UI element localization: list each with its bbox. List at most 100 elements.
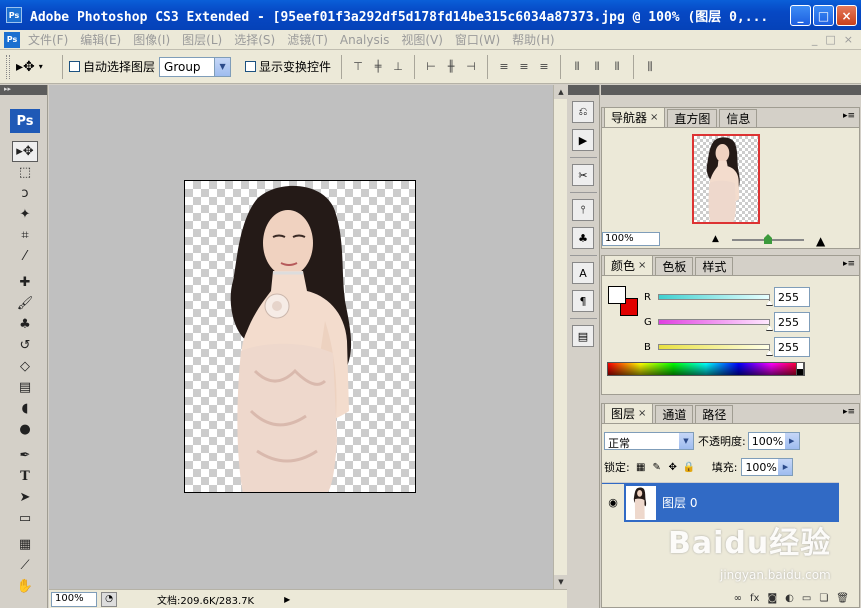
blur-tool-icon[interactable]: ◖	[12, 398, 38, 419]
tab-swatches[interactable]: 色板	[655, 257, 694, 275]
tool-presets-panel-icon[interactable]: ✂	[572, 164, 594, 186]
tab-channels[interactable]: 通道	[655, 405, 694, 423]
tool-preset-picker[interactable]: ▸✥ ▾	[16, 55, 56, 79]
canvas-workspace[interactable]	[49, 85, 553, 589]
distribute-top-icon[interactable]: ≡	[495, 59, 513, 75]
layer-style-icon[interactable]: fx	[750, 593, 759, 604]
panel-column-header[interactable]	[601, 85, 861, 95]
show-transform-checkbox[interactable]	[245, 61, 257, 72]
black-white-ramp[interactable]	[796, 362, 804, 376]
status-info-icon[interactable]: ◔	[101, 591, 117, 607]
healing-brush-tool-icon[interactable]: ✚	[12, 272, 38, 293]
navigator-preview[interactable]	[692, 134, 760, 224]
panel-menu-icon[interactable]: ▸≡	[843, 259, 855, 269]
character-panel-icon[interactable]: A	[572, 262, 594, 284]
clone-source-panel-icon[interactable]: ♣	[572, 227, 594, 249]
eye-icon[interactable]: ◉	[602, 483, 624, 522]
tab-info[interactable]: 信息	[719, 109, 758, 127]
menu-help[interactable]: 帮助(H)	[512, 31, 554, 48]
color-spectrum-bar[interactable]	[607, 362, 805, 376]
panel-menu-icon[interactable]: ▸≡	[843, 407, 855, 417]
doc-restore-button[interactable]: □	[825, 33, 835, 46]
document-canvas[interactable]	[184, 180, 416, 493]
opacity-field[interactable]: 100% ▶	[747, 432, 800, 450]
link-layers-icon[interactable]: ∞	[734, 593, 742, 604]
status-menu-arrow-icon[interactable]: ▶	[284, 595, 290, 604]
menu-layer[interactable]: 图层(L)	[182, 31, 222, 48]
menu-app-icon[interactable]: Ps	[4, 31, 20, 48]
close-button[interactable]: ×	[836, 5, 857, 26]
align-hcenter-icon[interactable]: ╫	[442, 59, 460, 75]
adjustment-layer-icon[interactable]: ◐	[785, 593, 794, 604]
notes-tool-icon[interactable]: ▦	[12, 534, 38, 555]
doc-minimize-button[interactable]: _	[812, 33, 818, 46]
eyedropper-tool-icon[interactable]: ⟋	[12, 555, 38, 576]
red-slider[interactable]	[658, 294, 773, 306]
pen-tool-icon[interactable]: ✒	[12, 445, 38, 466]
zoom-level-field[interactable]: 100%	[51, 591, 97, 607]
align-bottom-icon[interactable]: ⊥	[389, 59, 407, 75]
close-icon[interactable]: ×	[638, 408, 646, 419]
menu-image[interactable]: 图像(I)	[133, 31, 170, 48]
distribute-right-icon[interactable]: ⫴	[608, 59, 626, 75]
navigator-slider-handle[interactable]	[764, 234, 772, 244]
navigator-zoom-field[interactable]: 100%	[602, 232, 660, 246]
tab-styles[interactable]: 样式	[695, 257, 734, 275]
options-grip[interactable]	[6, 54, 10, 79]
foreground-color-swatch[interactable]	[608, 286, 626, 304]
minimize-button[interactable]: _	[790, 5, 811, 26]
red-value-field[interactable]: 255	[774, 287, 810, 307]
lasso-tool-icon[interactable]: ↄ	[12, 183, 38, 204]
layer-mask-icon[interactable]: ◙	[767, 593, 777, 604]
lock-transparency-icon[interactable]: ▦	[634, 460, 648, 474]
blend-mode-dropdown[interactable]: 正常 ▼	[604, 432, 694, 450]
path-selection-tool-icon[interactable]: ➤	[12, 487, 38, 508]
zoom-in-icon[interactable]: ▲	[816, 234, 825, 248]
clone-stamp-tool-icon[interactable]: ♣	[12, 314, 38, 335]
paragraph-panel-icon[interactable]: ¶	[572, 290, 594, 312]
brushes-panel-icon[interactable]: ⫯	[572, 199, 594, 221]
blue-slider[interactable]	[658, 344, 773, 356]
layer-name[interactable]: 图层 0	[662, 494, 697, 511]
menu-edit[interactable]: 编辑(E)	[80, 31, 121, 48]
tab-layers[interactable]: 图层 ×	[604, 403, 654, 423]
menu-window[interactable]: 窗口(W)	[455, 31, 500, 48]
lock-all-icon[interactable]: 🔒	[682, 460, 696, 474]
auto-select-checkbox[interactable]	[69, 61, 80, 72]
distribute-vcenter-icon[interactable]: ≡	[515, 59, 533, 75]
slider-handle[interactable]	[766, 325, 773, 331]
move-tool-icon[interactable]: ▸✥	[12, 141, 38, 162]
chevron-right-icon[interactable]: ▶	[778, 459, 793, 475]
crop-tool-icon[interactable]: ⌗	[12, 225, 38, 246]
panel-menu-icon[interactable]: ▸≡	[843, 111, 855, 121]
hand-tool-icon[interactable]: ✋	[12, 576, 38, 597]
distribute-bottom-icon[interactable]: ≡	[535, 59, 553, 75]
dock-header[interactable]	[568, 85, 599, 95]
close-icon[interactable]: ×	[638, 260, 646, 271]
toolbox-header[interactable]: ▸▸	[0, 85, 47, 95]
blue-value-field[interactable]: 255	[774, 337, 810, 357]
tab-histogram[interactable]: 直方图	[667, 109, 718, 127]
align-left-icon[interactable]: ⊢	[422, 59, 440, 75]
gradient-tool-icon[interactable]: ▤	[12, 377, 38, 398]
history-brush-tool-icon[interactable]: ↺	[12, 335, 38, 356]
menu-filter[interactable]: 滤镜(T)	[287, 31, 328, 48]
menu-file[interactable]: 文件(F)	[28, 31, 68, 48]
auto-select-dropdown[interactable]: Group ▼	[159, 56, 232, 77]
menu-analysis[interactable]: Analysis	[340, 33, 389, 47]
scroll-down-icon[interactable]: ▼	[554, 575, 568, 589]
lock-image-icon[interactable]: ✎	[650, 460, 664, 474]
align-top-icon[interactable]: ⊤	[349, 59, 367, 75]
brush-tool-icon[interactable]: 🖌	[12, 293, 38, 314]
actions-panel-icon[interactable]: ▶	[572, 129, 594, 151]
marquee-tool-icon[interactable]: ⬚	[12, 162, 38, 183]
delete-layer-icon[interactable]: 🗑	[836, 593, 849, 604]
shape-tool-icon[interactable]: ▭	[12, 508, 38, 529]
align-right-icon[interactable]: ⊣	[462, 59, 480, 75]
distribute-hcenter-icon[interactable]: ⫴	[588, 59, 606, 75]
menu-select[interactable]: 选择(S)	[234, 31, 275, 48]
slider-handle[interactable]	[766, 350, 773, 356]
dodge-tool-icon[interactable]: ●	[12, 419, 38, 440]
close-icon[interactable]: ×	[650, 112, 658, 123]
layer-comps-panel-icon[interactable]: ▤	[572, 325, 594, 347]
